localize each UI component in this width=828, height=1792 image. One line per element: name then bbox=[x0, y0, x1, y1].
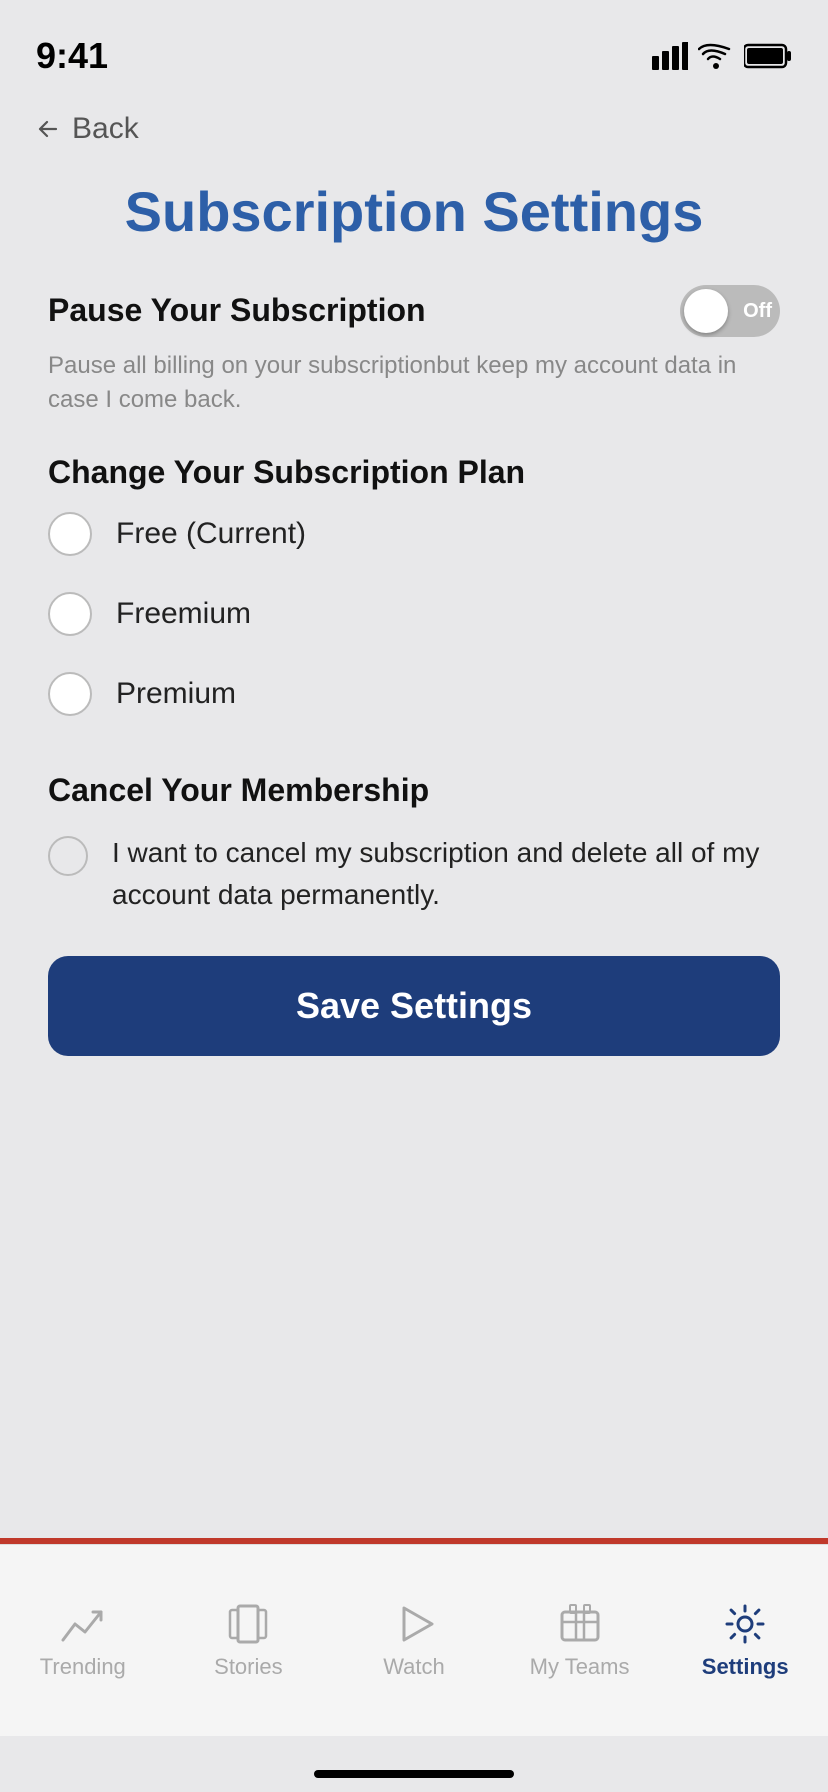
plan-label-freemium: Freemium bbox=[116, 597, 251, 631]
pause-section: Pause Your Subscription Off Pause all bi… bbox=[48, 285, 780, 416]
tab-settings[interactable]: Settings bbox=[662, 1602, 828, 1680]
cancel-section: Cancel Your Membership I want to cancel … bbox=[48, 770, 780, 916]
status-icons bbox=[652, 42, 792, 70]
tab-bar: Trending Stories Watch My Teams bbox=[0, 1544, 828, 1736]
stories-icon bbox=[224, 1602, 272, 1646]
wifi-icon bbox=[698, 42, 734, 70]
plan-label-premium: Premium bbox=[116, 677, 236, 711]
cancel-option[interactable]: I want to cancel my subscription and del… bbox=[48, 832, 780, 916]
radio-circle-free bbox=[48, 512, 92, 556]
back-arrow-icon bbox=[36, 117, 60, 141]
change-plan-section: Change Your Subscription Plan Free (Curr… bbox=[48, 452, 780, 734]
tab-my-teams[interactable]: My Teams bbox=[497, 1602, 663, 1680]
tab-watch[interactable]: Watch bbox=[331, 1602, 497, 1680]
pause-toggle-wrapper: Off bbox=[680, 285, 780, 337]
status-time: 9:41 bbox=[36, 35, 108, 77]
trending-icon bbox=[59, 1602, 107, 1646]
radio-circle-premium bbox=[48, 672, 92, 716]
signal-icon bbox=[652, 42, 688, 70]
page-title: Subscription Settings bbox=[48, 178, 780, 245]
plan-option-freemium[interactable]: Freemium bbox=[48, 574, 780, 654]
cancel-radio-circle bbox=[48, 836, 88, 876]
save-settings-label: Save Settings bbox=[296, 985, 532, 1027]
tab-stories[interactable]: Stories bbox=[166, 1602, 332, 1680]
plan-option-premium[interactable]: Premium bbox=[48, 654, 780, 734]
plan-label-free: Free (Current) bbox=[116, 517, 306, 551]
change-plan-title: Change Your Subscription Plan bbox=[48, 452, 780, 494]
tab-stories-label: Stories bbox=[214, 1654, 282, 1680]
tab-trending[interactable]: Trending bbox=[0, 1602, 166, 1680]
back-label: Back bbox=[72, 112, 139, 146]
pause-description: Pause all billing on your subscriptionbu… bbox=[48, 349, 780, 416]
pause-title: Pause Your Subscription bbox=[48, 290, 426, 332]
main-content: Subscription Settings Pause Your Subscri… bbox=[0, 178, 828, 1056]
toggle-label: Off bbox=[743, 300, 772, 323]
cancel-text: I want to cancel my subscription and del… bbox=[112, 832, 780, 916]
save-settings-button[interactable]: Save Settings bbox=[48, 956, 780, 1056]
settings-icon bbox=[721, 1602, 769, 1646]
tab-settings-label: Settings bbox=[702, 1654, 789, 1680]
pause-toggle[interactable]: Off bbox=[680, 285, 780, 337]
my-teams-icon bbox=[556, 1602, 604, 1646]
watch-icon bbox=[390, 1602, 438, 1646]
tab-watch-label: Watch bbox=[383, 1654, 445, 1680]
plan-option-free[interactable]: Free (Current) bbox=[48, 494, 780, 574]
cancel-title: Cancel Your Membership bbox=[48, 770, 780, 812]
status-bar: 9:41 bbox=[0, 0, 828, 88]
battery-icon bbox=[744, 43, 792, 69]
toggle-knob bbox=[684, 289, 728, 333]
back-button[interactable]: Back bbox=[0, 88, 828, 158]
radio-circle-freemium bbox=[48, 592, 92, 636]
home-indicator bbox=[314, 1770, 514, 1778]
tab-my-teams-label: My Teams bbox=[530, 1654, 630, 1680]
tab-trending-label: Trending bbox=[40, 1654, 126, 1680]
